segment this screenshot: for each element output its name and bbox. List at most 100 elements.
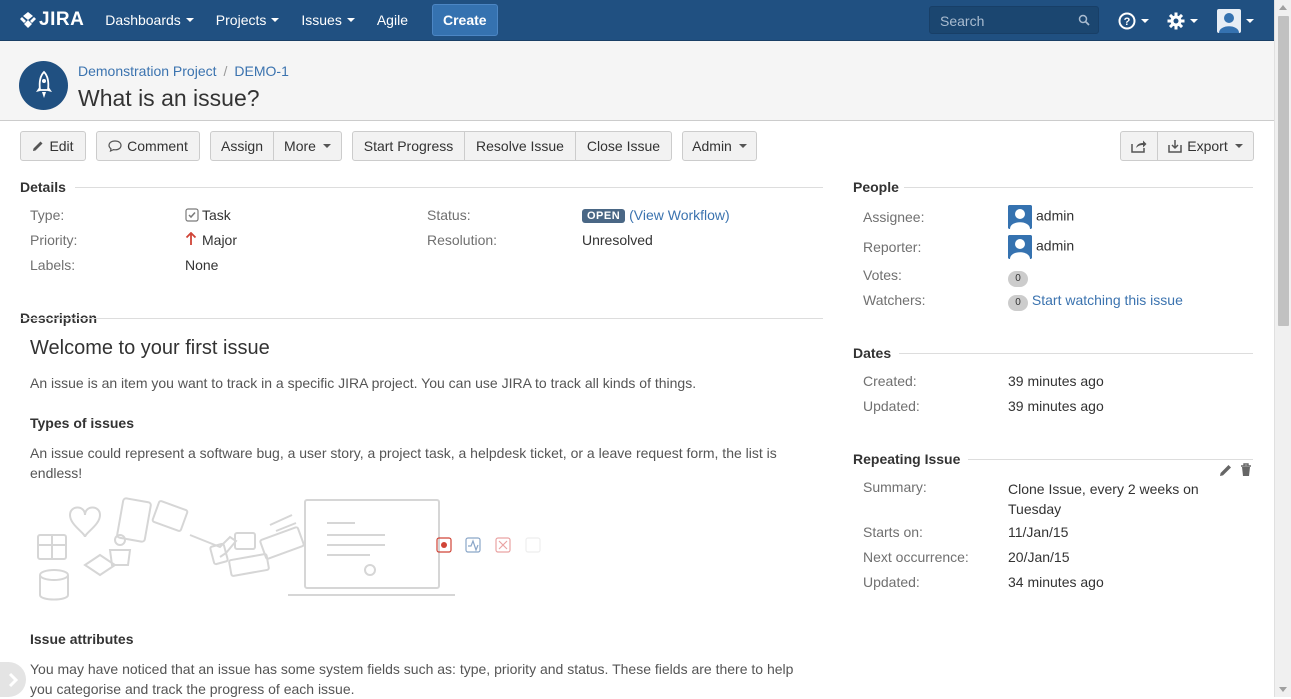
votes-value[interactable]: 0 xyxy=(1008,268,1028,287)
edit-button[interactable]: Edit xyxy=(20,131,86,161)
repeating-issue-heading[interactable]: Repeating Issue xyxy=(853,451,960,467)
nav-projects-label: Projects xyxy=(215,12,267,28)
people-heading[interactable]: People xyxy=(853,179,899,195)
resolve-issue-button[interactable]: Resolve Issue xyxy=(464,131,576,161)
votes-count-badge: 0 xyxy=(1008,271,1028,287)
repeat-updated-value: 34 minutes ago xyxy=(1008,574,1104,590)
scroll-thumb[interactable] xyxy=(1278,16,1289,326)
settings-menu[interactable] xyxy=(1167,0,1198,41)
export-button[interactable]: Export xyxy=(1157,131,1254,161)
comment-button-label: Comment xyxy=(127,138,188,154)
nav-issues[interactable]: Issues xyxy=(290,0,365,41)
close-issue-button[interactable]: Close Issue xyxy=(575,131,672,161)
user-avatar-icon xyxy=(1217,8,1241,33)
page-scrollbar[interactable] xyxy=(1274,0,1291,697)
labels-label: Labels: xyxy=(30,257,76,273)
breadcrumb-issue-key-link[interactable]: DEMO-1 xyxy=(234,63,288,79)
jira-logo[interactable]: JIRA xyxy=(20,9,84,31)
search-placeholder: Search xyxy=(940,13,985,29)
help-menu[interactable]: ? xyxy=(1118,0,1149,41)
logo-text: JIRA xyxy=(39,9,85,30)
created-label: Created: xyxy=(863,373,917,389)
edit-pencil-icon[interactable] xyxy=(1219,463,1233,477)
user-menu[interactable] xyxy=(1217,0,1254,41)
assignee-name: admin xyxy=(1036,207,1075,224)
assign-button[interactable]: Assign xyxy=(210,131,274,161)
resolve-issue-label: Resolve Issue xyxy=(476,138,564,154)
reporter-name: admin xyxy=(1036,237,1075,254)
issue-attributes-text: You may have noticed that an issue has s… xyxy=(30,661,794,697)
start-watching-link[interactable]: Start watching this issue xyxy=(1032,292,1183,308)
repeat-updated-label: Updated: xyxy=(863,574,920,590)
types-of-issues-text: An issue could represent a software bug,… xyxy=(30,445,777,481)
scroll-up-arrow-icon[interactable] xyxy=(1279,5,1287,10)
repeat-summary-line-1: Clone Issue, every 2 weeks on xyxy=(1008,481,1199,497)
labels-value: None xyxy=(185,257,219,273)
comment-bubble-icon xyxy=(108,140,122,152)
reporter-value[interactable]: admin xyxy=(1008,235,1074,259)
breadcrumb-project-link[interactable]: Demonstration Project xyxy=(78,63,217,79)
next-occurrence-value: 20/Jan/15 xyxy=(1008,549,1070,565)
type-label: Type: xyxy=(30,207,65,223)
scroll-down-arrow-icon[interactable] xyxy=(1279,687,1287,692)
export-icon xyxy=(1168,140,1183,153)
jira-logo-icon xyxy=(20,12,36,28)
watchers-value: 0 Start watching this issue xyxy=(1008,292,1183,311)
project-avatar-rocket-icon[interactable] xyxy=(19,61,68,110)
nav-agile-label: Agile xyxy=(376,12,408,28)
details-divider xyxy=(75,187,823,188)
close-issue-label: Close Issue xyxy=(586,138,661,154)
watchers-label: Watchers: xyxy=(863,292,926,308)
assignee-label: Assignee: xyxy=(863,209,925,225)
details-heading[interactable]: Details xyxy=(20,179,66,195)
trash-icon[interactable] xyxy=(1240,463,1252,477)
main-nav: Dashboards Projects Issues Agile Create xyxy=(94,0,498,41)
created-value: 39 minutes ago xyxy=(1008,373,1104,389)
chevron-down-icon xyxy=(271,18,280,22)
sidebar-expand-toggle[interactable] xyxy=(0,662,26,697)
search-icon xyxy=(1078,14,1090,26)
avatar xyxy=(1008,205,1032,229)
votes-label: Votes: xyxy=(863,267,902,283)
nav-dashboards[interactable]: Dashboards xyxy=(94,0,205,41)
pencil-icon xyxy=(33,141,43,151)
more-button[interactable]: More xyxy=(273,131,342,161)
admin-button[interactable]: Admin xyxy=(682,131,757,161)
gear-icon xyxy=(1167,12,1185,29)
description-divider xyxy=(20,318,823,319)
issue-summary-title[interactable]: What is an issue? xyxy=(78,85,260,112)
comment-button[interactable]: Comment xyxy=(96,131,200,161)
paren-close: ) xyxy=(725,207,730,223)
edit-button-label: Edit xyxy=(49,138,74,154)
help-icon: ? xyxy=(1118,12,1136,29)
task-type-icon xyxy=(185,208,199,222)
breadcrumb: Demonstration Project / DEMO-1 xyxy=(78,63,289,79)
search-input[interactable]: Search xyxy=(929,6,1099,34)
people-divider xyxy=(904,187,1253,188)
watchers-count-badge[interactable]: 0 xyxy=(1008,295,1028,311)
create-button[interactable]: Create xyxy=(431,4,498,36)
priority-major-arrow-icon xyxy=(185,231,197,245)
dates-heading[interactable]: Dates xyxy=(853,345,891,361)
assignee-value[interactable]: admin xyxy=(1008,205,1074,229)
resolution-value: Unresolved xyxy=(582,232,653,248)
chevron-right-icon xyxy=(8,672,19,687)
dates-divider xyxy=(899,353,1253,354)
share-button[interactable] xyxy=(1120,131,1158,161)
start-progress-button[interactable]: Start Progress xyxy=(352,131,465,161)
priority-value-text: Major xyxy=(202,232,238,248)
chevron-down-icon xyxy=(1141,18,1149,23)
status-value: OPEN (View Workflow) xyxy=(582,207,730,223)
view-workflow-link[interactable]: View Workflow xyxy=(634,207,725,223)
repeat-summary-label: Summary: xyxy=(863,479,927,495)
description-intro: An issue is an item you want to track in… xyxy=(30,375,697,391)
repeating-issue-divider xyxy=(968,459,1253,460)
nav-agile[interactable]: Agile xyxy=(366,0,419,41)
top-navigation-bar: JIRA Dashboards Projects Issues Agile Cr… xyxy=(0,0,1274,41)
resolution-label: Resolution: xyxy=(427,232,498,248)
chevron-down-icon xyxy=(1234,144,1243,148)
nav-projects[interactable]: Projects xyxy=(205,0,291,41)
issue-header: Demonstration Project / DEMO-1 What is an … xyxy=(0,41,1274,121)
nav-issues-label: Issues xyxy=(301,12,342,28)
more-button-label: More xyxy=(284,138,316,154)
